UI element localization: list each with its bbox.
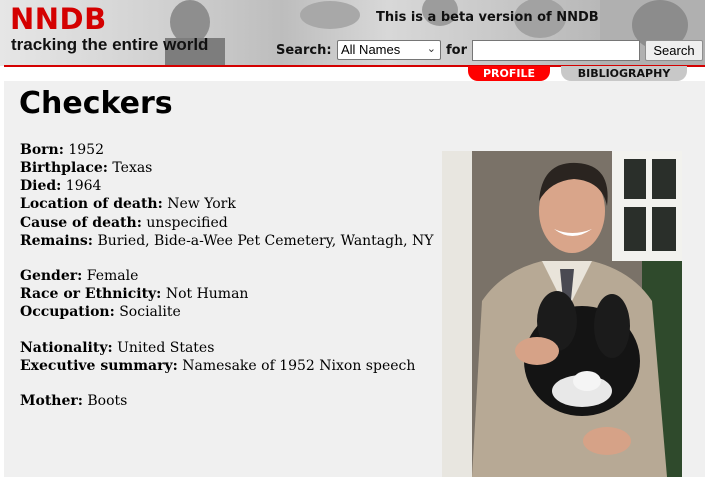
search-input[interactable] (472, 40, 640, 61)
fact-value: New York (167, 196, 236, 212)
fact-died: Died: 1964 (20, 177, 101, 195)
search-scope-value: All Names (341, 42, 401, 57)
site-header: NNDB tracking the entire world This is a… (0, 0, 705, 66)
fact-label: Nationality: (20, 340, 113, 356)
fact-label: Location of death: (20, 196, 163, 212)
fact-value: Socialite (119, 304, 181, 320)
fact-remains: Remains: Buried, Bide-a-Wee Pet Cemetery… (20, 232, 434, 250)
nndb-logo[interactable]: NNDB (10, 4, 107, 34)
fact-label: Cause of death: (20, 215, 142, 231)
fact-value: Female (86, 268, 139, 284)
fact-label: Birthplace: (20, 160, 108, 176)
page-title: Checkers (19, 86, 173, 121)
search-label: Search: (276, 43, 332, 58)
profile-photo (442, 151, 682, 477)
fact-value: Namesake of 1952 Nixon speech (182, 358, 416, 374)
fact-mother: Mother: Boots (20, 392, 127, 410)
fact-value: United States (117, 340, 215, 356)
fact-value: unspecified (146, 215, 228, 231)
fact-gender: Gender: Female (20, 267, 138, 285)
fact-executive-summary: Executive summary: Namesake of 1952 Nixo… (20, 357, 415, 375)
fact-label: Gender: (20, 268, 83, 284)
tab-bibliography[interactable]: BIBLIOGRAPHY (561, 66, 687, 81)
fact-label: Mother: (20, 393, 83, 409)
fact-born: Born: 1952 (20, 141, 104, 159)
fact-label: Died: (20, 178, 62, 194)
fact-label: Born: (20, 142, 64, 158)
fact-birthplace: Birthplace: Texas (20, 159, 152, 177)
chevron-down-icon: ⌄ (426, 43, 436, 55)
fact-value: 1964 (65, 178, 102, 194)
fact-nationality: Nationality: United States (20, 339, 214, 357)
fact-value: 1952 (68, 142, 104, 158)
profile-photo-image (442, 151, 682, 477)
tab-profile[interactable]: PROFILE (468, 66, 550, 81)
fact-location-of-death: Location of death: New York (20, 195, 236, 213)
fact-label: Remains: (20, 233, 93, 249)
fact-value: Boots (87, 393, 128, 409)
fact-value: Not Human (165, 286, 249, 302)
for-label: for (446, 43, 467, 58)
search-scope-select[interactable]: All Names ⌄ (337, 40, 441, 60)
fact-occupation: Occupation: Socialite (20, 303, 181, 321)
fact-cause-of-death: Cause of death: unspecified (20, 214, 228, 232)
beta-notice: This is a beta version of NNDB (376, 10, 599, 25)
fact-value: Texas (112, 160, 153, 176)
fact-label: Executive summary: (20, 358, 178, 374)
fact-value: Buried, Bide-a-Wee Pet Cemetery, Wantagh… (97, 233, 434, 249)
fact-label: Race or Ethnicity: (20, 286, 162, 302)
fact-race-or-ethnicity: Race or Ethnicity: Not Human (20, 285, 248, 303)
fact-label: Occupation: (20, 304, 115, 320)
site-tagline: tracking the entire world (11, 35, 209, 54)
search-button[interactable]: Search (645, 40, 703, 61)
